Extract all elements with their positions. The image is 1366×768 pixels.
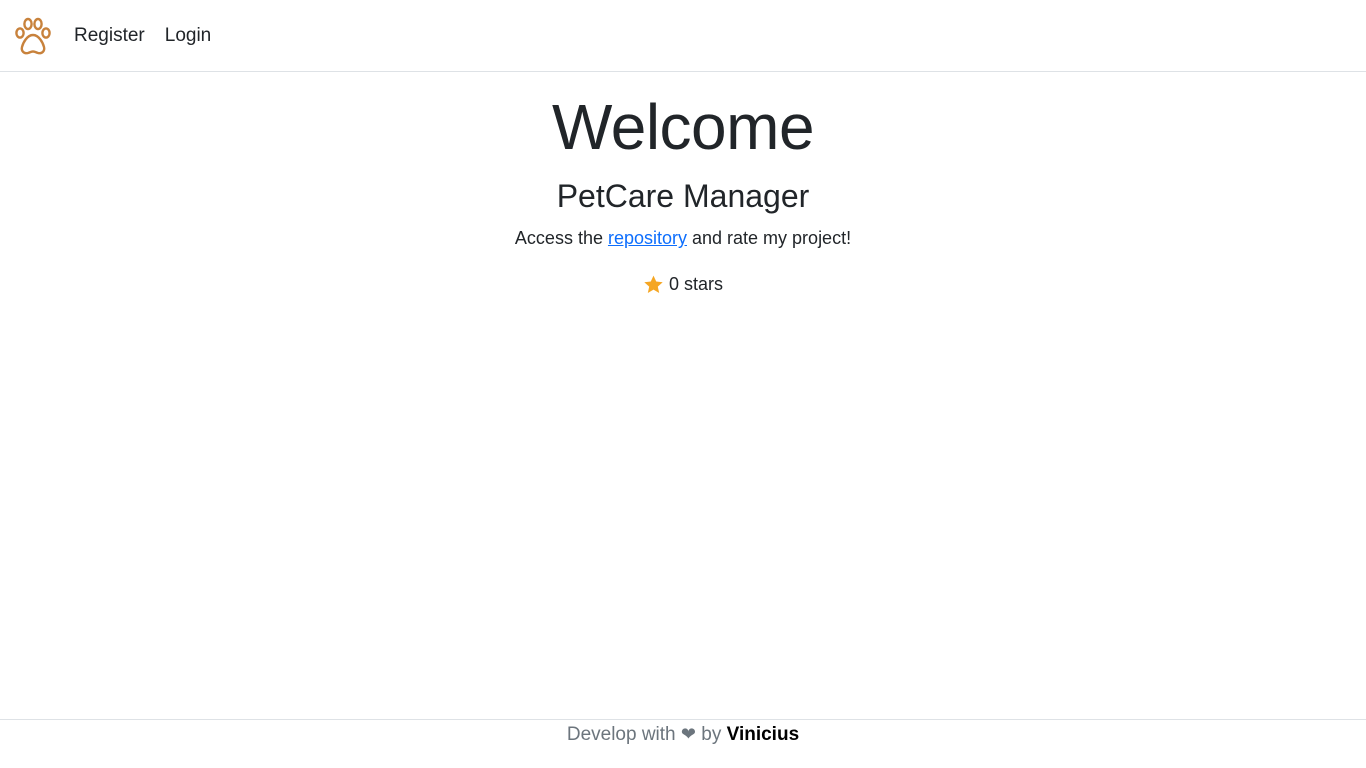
star-icon xyxy=(644,275,663,293)
access-text: Access the repository and rate my projec… xyxy=(0,228,1366,250)
stars-label: 0 stars xyxy=(668,273,724,294)
welcome-heading: Welcome xyxy=(551,91,815,163)
footer-author: Vinicius xyxy=(726,724,800,745)
paw-icon xyxy=(15,17,51,54)
stars-count: 0 stars xyxy=(643,274,723,295)
app-subtitle: PetCare Manager xyxy=(556,178,810,214)
footer-prefix: Develop with xyxy=(566,724,681,745)
heart-icon: ❤ xyxy=(680,724,696,744)
footer-by: by xyxy=(696,724,727,745)
navbar: Register Login xyxy=(0,0,1366,72)
nav-link-register[interactable]: Register xyxy=(74,25,145,47)
nav-link-login[interactable]: Login xyxy=(165,25,212,47)
brand-logo[interactable] xyxy=(14,16,52,56)
access-suffix: and rate my project! xyxy=(687,228,852,249)
footer: Develop with ❤ by Vinicius xyxy=(0,719,1366,768)
repository-link[interactable]: repository xyxy=(608,228,687,248)
access-prefix: Access the xyxy=(514,228,608,249)
nav-links: Register Login xyxy=(74,25,211,47)
main-content: Welcome PetCare Manager Access the repos… xyxy=(0,72,1366,300)
